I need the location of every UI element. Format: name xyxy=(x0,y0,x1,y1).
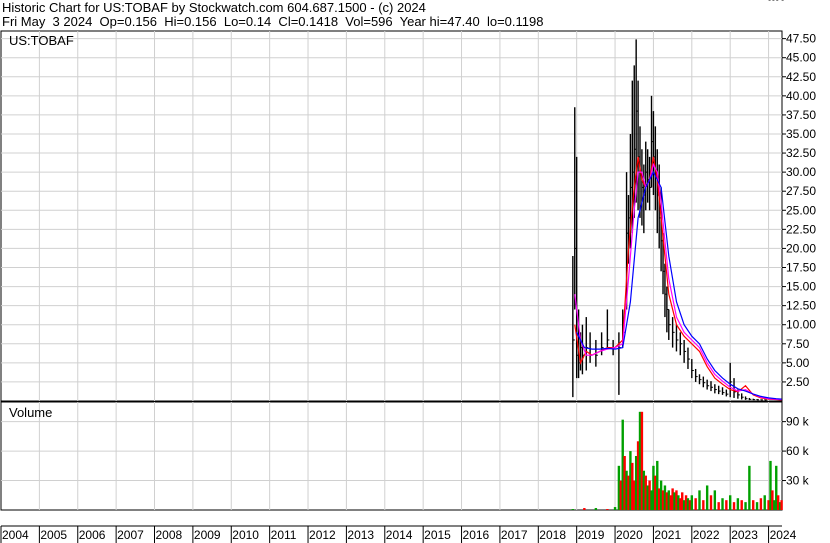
price-y-label: 47.50 xyxy=(786,32,816,46)
x-tick-label: 2010 xyxy=(232,528,259,542)
x-tick-label: 2016 xyxy=(463,528,490,542)
price-y-label: 45.00 xyxy=(786,51,816,65)
volume-bar xyxy=(583,508,586,510)
price-y-label: 22.50 xyxy=(786,222,816,236)
x-tick-label: 2007 xyxy=(117,528,144,542)
price-y-label: 25.00 xyxy=(786,203,816,217)
volume-y-label: 30 k xyxy=(786,474,810,488)
volume-bar xyxy=(717,502,720,510)
volume-bar xyxy=(744,502,747,510)
volume-bar xyxy=(780,500,783,510)
volume-bar xyxy=(763,495,766,510)
volume-bar xyxy=(736,498,740,510)
x-tick-label: 2008 xyxy=(156,528,183,542)
volume-bar xyxy=(748,465,751,510)
price-y-label: 30.00 xyxy=(786,165,816,179)
price-y-label: 42.50 xyxy=(786,70,816,84)
x-tick-label: 2015 xyxy=(424,528,451,542)
price-y-label: 12.50 xyxy=(786,299,816,313)
price-y-label: 5.00 xyxy=(786,356,810,370)
x-tick-label: 2021 xyxy=(654,528,681,542)
price-y-label: 10.00 xyxy=(786,318,816,332)
volume-bar xyxy=(702,500,705,510)
price-panel-title: US:TOBAF xyxy=(9,33,74,48)
volume-bar xyxy=(755,502,759,510)
x-tick-label: 2011 xyxy=(271,528,297,542)
volume-bar xyxy=(705,485,709,510)
price-y-label: 40.00 xyxy=(786,89,816,103)
x-tick-label: 2004 xyxy=(2,528,29,542)
price-y-label: 15.00 xyxy=(786,280,816,294)
volume-bar xyxy=(725,500,728,510)
x-tick-label: 2020 xyxy=(616,528,643,542)
x-tick-label: 2019 xyxy=(578,528,605,542)
price-y-label: 35.00 xyxy=(786,127,816,141)
volume-bar xyxy=(740,500,743,510)
volume-bar xyxy=(698,490,701,510)
volume-bar xyxy=(709,495,713,510)
price-y-label: 27.50 xyxy=(786,184,816,198)
x-tick-label: 2024 xyxy=(770,528,797,542)
volume-bar xyxy=(694,498,697,510)
x-tick-label: 2005 xyxy=(40,528,67,542)
volume-bar xyxy=(732,502,736,510)
price-y-label: 2.50 xyxy=(786,375,810,389)
volume-bar xyxy=(606,509,609,510)
price-y-label: 37.50 xyxy=(786,108,816,122)
volume-bar xyxy=(613,507,617,510)
volume-bar xyxy=(728,495,732,510)
x-tick-label: 2023 xyxy=(731,528,758,542)
price-y-label: 17.50 xyxy=(786,260,816,274)
volume-panel-title: Volume xyxy=(9,405,52,420)
price-y-label: 32.50 xyxy=(786,146,816,160)
x-tick-label: 2009 xyxy=(194,528,221,542)
volume-bar xyxy=(759,498,763,510)
x-tick-label: 2022 xyxy=(693,528,720,542)
volume-bar xyxy=(721,498,724,510)
stock-chart: 2004 2005 2006 2007 2008 2009 2010 2011 2012 2013… xyxy=(0,0,816,543)
volume-bar xyxy=(752,500,755,510)
x-tick-label: 2014 xyxy=(386,528,413,542)
x-tick-label: 2018 xyxy=(539,528,566,542)
volume-y-label: 90 k xyxy=(786,415,810,429)
volume-bar xyxy=(594,508,598,510)
price-y-label: 7.50 xyxy=(786,337,810,351)
volume-y-label: 60 k xyxy=(786,444,810,458)
volume-bar xyxy=(713,490,717,510)
volume-bar xyxy=(690,495,694,510)
x-tick-label: 2013 xyxy=(347,528,374,542)
price-y-label: 20.00 xyxy=(786,241,816,255)
volume-bar xyxy=(571,509,575,510)
x-tick-label: 2012 xyxy=(309,528,336,542)
x-tick-label: 2006 xyxy=(79,528,106,542)
x-tick-label: 2017 xyxy=(501,528,528,542)
